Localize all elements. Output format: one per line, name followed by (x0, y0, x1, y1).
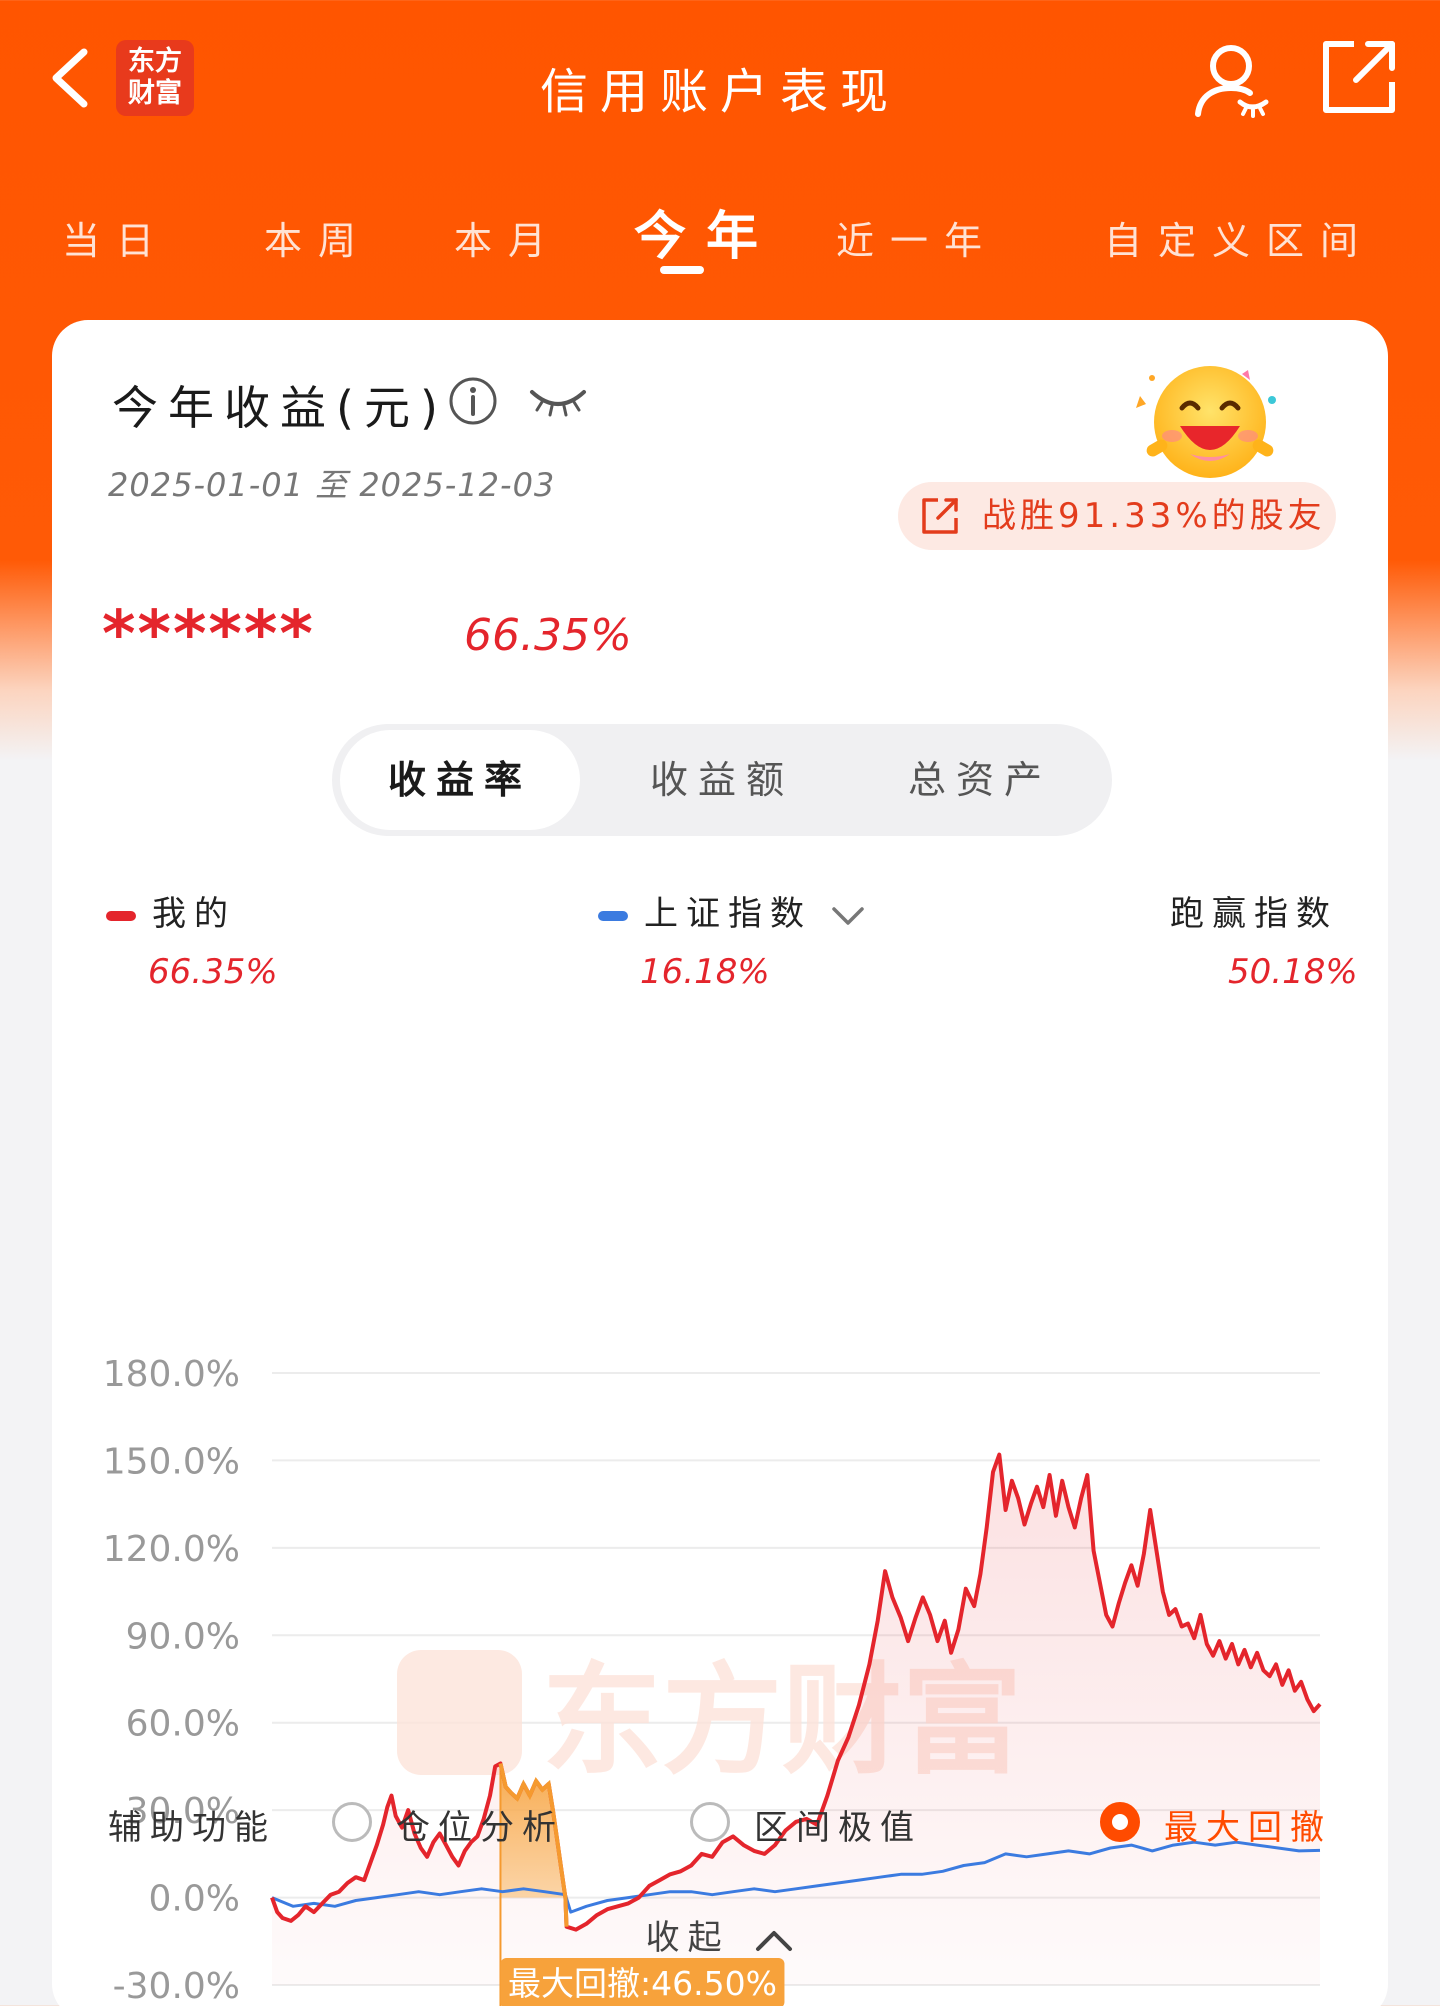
chevron-down-icon (832, 906, 864, 925)
info-icon[interactable] (448, 376, 498, 426)
tab-this-year[interactable]: 今年 (634, 194, 778, 269)
hide-eye-icon[interactable] (528, 382, 588, 422)
chart-legend: 我的 66.35% 上证指数 16.18% 跑赢指数 50.18% (52, 886, 1388, 1016)
legend-mine-value: 66.35% (148, 952, 278, 992)
radio-max-drawdown[interactable] (1100, 1802, 1140, 1842)
legend-index[interactable]: 上证指数 (598, 886, 865, 935)
option-range-extremes[interactable]: 区间极值 (754, 1800, 922, 1849)
max-drawdown-tag-text: 最大回撤:46.50% (508, 1964, 777, 2003)
option-max-drawdown[interactable]: 最大回撤 (1164, 1800, 1332, 1849)
radio-position-analysis[interactable] (332, 1802, 372, 1842)
period-tabs: 当日 本周 本月 今年 近一年 自定义区间 (0, 190, 1440, 280)
return-percentage: 66.35% (464, 610, 632, 661)
masked-profit-amount: ****** (102, 598, 315, 672)
option-position-analysis[interactable]: 仓位分析 (396, 1800, 564, 1849)
legend-mine-swatch (106, 910, 136, 921)
y-tick-label: 60.0% (126, 1704, 240, 1745)
collapse-label: 收起 (645, 1918, 730, 1958)
beat-peers-badge[interactable]: 战胜91.33%的股友 (898, 482, 1336, 550)
legend-mine-label: 我的 (152, 894, 236, 934)
chevron-up-icon (756, 1930, 793, 1951)
beat-peers-text: 战胜91.33%的股友 (982, 496, 1326, 536)
y-tick-label: 180.0% (103, 1354, 240, 1395)
legend-index-label: 上证指数 (644, 894, 812, 934)
legend-index-swatch (598, 910, 628, 921)
watermark-logo (397, 1650, 522, 1775)
date-range: 2025-01-01 至 2025-12-03 (108, 466, 556, 504)
performance-card: 今年收益(元) 2025-01-01 至 2025-12-03 战胜91.33%… (52, 320, 1388, 2006)
segment-return-rate[interactable]: 收益率 (340, 730, 580, 830)
header-bar: 东方 财富 信用账户表现 (0, 0, 1440, 165)
legend-beat-index-label: 跑赢指数 (1170, 894, 1338, 934)
aux-functions: 辅助功能 仓位分析 区间极值 最大回撤 (108, 1790, 1348, 1860)
laughing-face-icon (1136, 366, 1276, 478)
share-icon (922, 498, 958, 534)
aux-label: 辅助功能 (108, 1808, 276, 1848)
y-tick-label: 150.0% (103, 1441, 240, 1482)
y-tick-label: 90.0% (126, 1616, 240, 1657)
legend-mine: 我的 (106, 886, 236, 935)
y-tick-label: -30.0% (113, 1966, 240, 2006)
tab-today[interactable]: 当日 (62, 210, 170, 265)
card-title: 今年收益(元) (112, 381, 448, 435)
user-privacy-icon[interactable] (1190, 38, 1272, 120)
tab-this-month[interactable]: 本月 (454, 210, 562, 265)
tab-this-week[interactable]: 本周 (264, 210, 372, 265)
active-tab-indicator (660, 266, 704, 274)
segment-return-amount[interactable]: 收益额 (602, 724, 842, 836)
legend-beat-index-value: 50.18% (1228, 952, 1358, 992)
y-tick-label: 120.0% (103, 1529, 240, 1570)
segment-total-assets[interactable]: 总资产 (860, 724, 1100, 836)
share-icon[interactable] (1320, 38, 1398, 116)
metric-segmented-control: 收益率 收益额 总资产 (332, 724, 1112, 836)
tab-last-year[interactable]: 近一年 (836, 210, 998, 265)
legend-index-value: 16.18% (640, 952, 770, 992)
radio-range-extremes[interactable] (690, 1802, 730, 1842)
collapse-toggle[interactable]: 收起 (52, 1910, 1388, 1959)
tab-custom-range[interactable]: 自定义区间 (1104, 210, 1374, 265)
